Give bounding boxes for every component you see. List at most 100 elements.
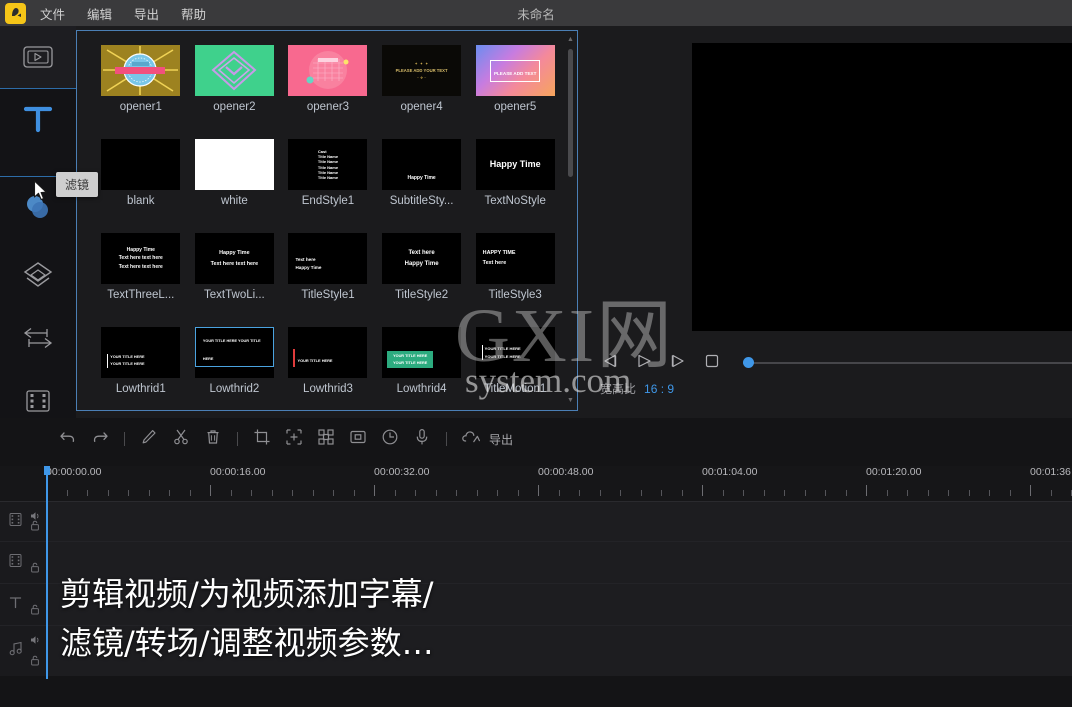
timeline-ruler[interactable]: 00:00:00.00 00:00:16.00 00:00:32.00 00:0… bbox=[0, 466, 1072, 502]
video-track-1[interactable] bbox=[0, 502, 1072, 542]
undo-button[interactable] bbox=[52, 425, 84, 453]
playhead-handle[interactable] bbox=[44, 466, 50, 475]
voiceover-button[interactable] bbox=[406, 425, 438, 453]
export-button[interactable] bbox=[455, 425, 487, 453]
ruler-major-tick bbox=[210, 485, 211, 496]
asset-item-white[interactable]: white bbox=[188, 133, 282, 207]
menu-help[interactable]: 帮助 bbox=[173, 1, 214, 26]
ruler-minor-tick bbox=[272, 490, 273, 496]
asset-scrollbar[interactable]: ▲ ▼ bbox=[567, 41, 574, 399]
redo-button[interactable] bbox=[84, 425, 116, 453]
scroll-up-arrow-icon[interactable]: ▲ bbox=[567, 36, 574, 43]
asset-item-titlestyle2[interactable]: Text here Happy Time TitleStyle2 bbox=[375, 227, 469, 301]
asset-item-titlestyle1[interactable]: Text here Happy Time TitleStyle1 bbox=[281, 227, 375, 301]
export-label[interactable]: 导出 bbox=[489, 431, 513, 448]
track-header[interactable] bbox=[0, 626, 46, 676]
speaker-icon[interactable] bbox=[30, 632, 41, 650]
asset-item-textthreeline[interactable]: Happy Time Text here text here Text here… bbox=[94, 227, 188, 301]
speed-button[interactable] bbox=[374, 425, 406, 453]
track-lane[interactable] bbox=[46, 626, 1072, 676]
asset-item-lowthrid2[interactable]: YOUR TITLE HERE YOUR TITLE HERE Lowthrid… bbox=[188, 321, 282, 395]
menu-edit[interactable]: 编辑 bbox=[79, 1, 120, 26]
asset-item-endstyle1[interactable]: Cast Title Name Title Name Title Name Ti… bbox=[281, 133, 375, 207]
crop-button[interactable] bbox=[246, 425, 278, 453]
delete-button[interactable] bbox=[197, 425, 229, 453]
edit-button[interactable] bbox=[133, 425, 165, 453]
mosaic-button[interactable] bbox=[310, 425, 342, 453]
play-button[interactable] bbox=[634, 354, 653, 373]
rail-item-overlay[interactable] bbox=[0, 244, 76, 306]
asset-item-opener3[interactable]: opener3 bbox=[281, 39, 375, 113]
track-lane[interactable] bbox=[46, 502, 1072, 541]
asset-thumb-textbox: PLEASE ADD TEXT bbox=[490, 60, 540, 82]
ruler-minor-tick bbox=[969, 490, 970, 496]
toolbar-separator bbox=[237, 432, 238, 446]
video-track-2[interactable] bbox=[0, 542, 1072, 584]
asset-item-opener5[interactable]: PLEASE ADD TEXT opener5 bbox=[468, 39, 562, 113]
asset-browser-panel[interactable]: opener1 opener2 bbox=[76, 30, 578, 411]
audio-track[interactable] bbox=[0, 626, 1072, 676]
tool-rail bbox=[0, 26, 76, 430]
track-header[interactable] bbox=[0, 502, 46, 541]
timeline-panel: 导出 00:00:00.00 00:00:16.00 00:00:32.00 0… bbox=[0, 418, 1072, 707]
asset-item-opener4[interactable]: ✦ ✦ ✦ PLEASE ADD YOUR TEXT ~ ❖ ~ opener4 bbox=[375, 39, 469, 113]
track-header[interactable] bbox=[0, 542, 46, 583]
filmstrip-icon bbox=[8, 553, 23, 573]
lock-icon[interactable] bbox=[30, 653, 40, 671]
transition-tool-icon bbox=[21, 324, 55, 352]
asset-thumbnail: Happy Time bbox=[476, 139, 555, 190]
playhead[interactable] bbox=[46, 466, 48, 679]
asset-item-titlestyle3[interactable]: HAPPY TIME Text here TitleStyle3 bbox=[468, 227, 562, 301]
app-logo-icon[interactable] bbox=[5, 3, 26, 24]
split-button[interactable] bbox=[165, 425, 197, 453]
asset-label: opener2 bbox=[188, 101, 282, 113]
asset-item-lowthrid3[interactable]: YOUR TITLE HERE Lowthrid3 bbox=[281, 321, 375, 395]
ruler-major-tick bbox=[866, 485, 867, 496]
next-frame-button[interactable] bbox=[668, 354, 687, 373]
track-lane[interactable] bbox=[46, 542, 1072, 583]
stop-button[interactable] bbox=[702, 354, 721, 373]
ruler-minor-tick bbox=[128, 490, 129, 496]
lock-icon[interactable] bbox=[30, 518, 40, 536]
text-track-icon bbox=[8, 595, 23, 615]
prev-frame-button[interactable] bbox=[600, 354, 619, 373]
asset-thumb-bar: YOUR TITLE HERE YOUR TITLE HERE bbox=[482, 345, 521, 359]
pip-button[interactable] bbox=[342, 425, 374, 453]
asset-item-opener2[interactable]: opener2 bbox=[188, 39, 282, 113]
menu-export[interactable]: 导出 bbox=[126, 1, 167, 26]
menu-file[interactable]: 文件 bbox=[32, 1, 73, 26]
asset-item-subtitlestyle[interactable]: Happy Time SubtitleSty... bbox=[375, 133, 469, 207]
rail-item-text[interactable] bbox=[0, 88, 76, 150]
ruler-label: 00:00:16.00 bbox=[210, 466, 265, 478]
lock-icon[interactable] bbox=[30, 602, 40, 620]
asset-item-texttwoline[interactable]: Happy Time Text here text here TextTwoLi… bbox=[188, 227, 282, 301]
ruler-minor-tick bbox=[620, 490, 621, 496]
asset-item-blank[interactable]: blank bbox=[94, 133, 188, 207]
ruler-minor-tick bbox=[846, 490, 847, 496]
asset-item-titlemotion1[interactable]: YOUR TITLE HERE YOUR TITLE HERE TitleMot… bbox=[468, 321, 562, 395]
asset-item-lowthrid1[interactable]: YOUR TITLE HERE YOUR TITLE HERE Lowthrid… bbox=[94, 321, 188, 395]
asset-label: opener1 bbox=[94, 101, 188, 113]
crop-icon bbox=[253, 428, 271, 451]
rail-item-media[interactable] bbox=[0, 26, 76, 88]
track-header[interactable] bbox=[0, 584, 46, 625]
asset-item-textnostyle[interactable]: Happy Time TextNoStyle bbox=[468, 133, 562, 207]
aspect-ratio-value[interactable]: 16 : 9 bbox=[644, 382, 674, 396]
asset-thumb-text: YOUR TITLE HERE YOUR TITLE HERE bbox=[203, 339, 261, 361]
asset-scrollbar-thumb[interactable] bbox=[568, 49, 573, 177]
text-track[interactable] bbox=[0, 584, 1072, 626]
track-lane[interactable] bbox=[46, 584, 1072, 625]
asset-item-lowthrid4[interactable]: YOUR TITLE HERE YOUR TITLE HERE Lowthrid… bbox=[375, 321, 469, 395]
aspect-ratio-control[interactable]: 宽高比 16 : 9 bbox=[600, 380, 674, 397]
asset-item-opener1[interactable]: opener1 bbox=[94, 39, 188, 113]
lock-icon[interactable] bbox=[30, 560, 40, 578]
scroll-down-arrow-icon[interactable]: ▼ bbox=[567, 397, 574, 404]
preview-video-canvas[interactable] bbox=[692, 43, 1072, 331]
add-frame-button[interactable] bbox=[278, 425, 310, 453]
ruler-minor-tick bbox=[948, 490, 949, 496]
preview-progress-slider[interactable] bbox=[743, 356, 1072, 370]
rail-item-transition[interactable] bbox=[0, 307, 76, 369]
media-library-icon bbox=[23, 46, 53, 68]
slider-knob[interactable] bbox=[743, 357, 754, 368]
asset-thumb-text: Happy Time bbox=[407, 175, 435, 182]
